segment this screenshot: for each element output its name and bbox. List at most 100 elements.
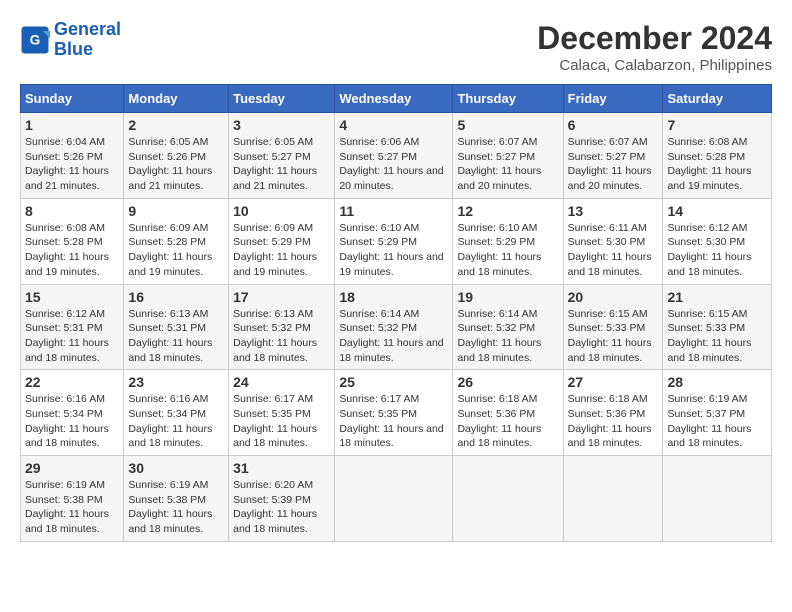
day-cell: 8 Sunrise: 6:08 AMSunset: 5:28 PMDayligh… [21, 198, 124, 284]
day-number: 10 [233, 203, 330, 219]
day-number: 6 [568, 117, 659, 133]
day-cell: 12 Sunrise: 6:10 AMSunset: 5:29 PMDaylig… [453, 198, 563, 284]
day-cell [663, 456, 772, 542]
day-cell: 18 Sunrise: 6:14 AMSunset: 5:32 PMDaylig… [335, 284, 453, 370]
logo-icon: G [20, 25, 50, 55]
day-detail: Sunrise: 6:07 AMSunset: 5:27 PMDaylight:… [568, 136, 652, 192]
day-detail: Sunrise: 6:08 AMSunset: 5:28 PMDaylight:… [25, 222, 109, 278]
logo: G General Blue [20, 20, 121, 60]
day-cell: 25 Sunrise: 6:17 AMSunset: 5:35 PMDaylig… [335, 370, 453, 456]
day-cell: 27 Sunrise: 6:18 AMSunset: 5:36 PMDaylig… [563, 370, 663, 456]
day-detail: Sunrise: 6:11 AMSunset: 5:30 PMDaylight:… [568, 222, 652, 278]
day-number: 28 [667, 374, 767, 390]
day-number: 15 [25, 289, 119, 305]
col-header-saturday: Saturday [663, 85, 772, 113]
day-number: 14 [667, 203, 767, 219]
day-detail: Sunrise: 6:12 AMSunset: 5:30 PMDaylight:… [667, 222, 751, 278]
page-container: G General Blue December 2024 Calaca, Cal… [20, 20, 772, 542]
day-cell: 13 Sunrise: 6:11 AMSunset: 5:30 PMDaylig… [563, 198, 663, 284]
day-cell: 17 Sunrise: 6:13 AMSunset: 5:32 PMDaylig… [229, 284, 335, 370]
day-number: 27 [568, 374, 659, 390]
day-number: 21 [667, 289, 767, 305]
day-detail: Sunrise: 6:04 AMSunset: 5:26 PMDaylight:… [25, 136, 109, 192]
col-header-thursday: Thursday [453, 85, 563, 113]
day-cell: 3 Sunrise: 6:05 AMSunset: 5:27 PMDayligh… [229, 113, 335, 199]
day-cell: 15 Sunrise: 6:12 AMSunset: 5:31 PMDaylig… [21, 284, 124, 370]
day-number: 16 [128, 289, 224, 305]
day-number: 7 [667, 117, 767, 133]
logo-line2: Blue [54, 40, 121, 60]
day-detail: Sunrise: 6:12 AMSunset: 5:31 PMDaylight:… [25, 308, 109, 364]
day-detail: Sunrise: 6:10 AMSunset: 5:29 PMDaylight:… [339, 222, 443, 278]
day-number: 24 [233, 374, 330, 390]
day-detail: Sunrise: 6:17 AMSunset: 5:35 PMDaylight:… [339, 393, 443, 449]
day-number: 8 [25, 203, 119, 219]
day-detail: Sunrise: 6:07 AMSunset: 5:27 PMDaylight:… [457, 136, 541, 192]
day-number: 29 [25, 460, 119, 476]
day-cell: 29 Sunrise: 6:19 AMSunset: 5:38 PMDaylig… [21, 456, 124, 542]
day-number: 3 [233, 117, 330, 133]
day-cell: 30 Sunrise: 6:19 AMSunset: 5:38 PMDaylig… [124, 456, 229, 542]
day-detail: Sunrise: 6:19 AMSunset: 5:38 PMDaylight:… [128, 479, 212, 535]
day-detail: Sunrise: 6:08 AMSunset: 5:28 PMDaylight:… [667, 136, 751, 192]
day-detail: Sunrise: 6:15 AMSunset: 5:33 PMDaylight:… [568, 308, 652, 364]
day-detail: Sunrise: 6:09 AMSunset: 5:29 PMDaylight:… [233, 222, 317, 278]
logo-text: General Blue [54, 20, 121, 60]
day-number: 17 [233, 289, 330, 305]
day-number: 26 [457, 374, 558, 390]
day-detail: Sunrise: 6:09 AMSunset: 5:28 PMDaylight:… [128, 222, 212, 278]
day-detail: Sunrise: 6:10 AMSunset: 5:29 PMDaylight:… [457, 222, 541, 278]
day-cell: 24 Sunrise: 6:17 AMSunset: 5:35 PMDaylig… [229, 370, 335, 456]
day-cell: 20 Sunrise: 6:15 AMSunset: 5:33 PMDaylig… [563, 284, 663, 370]
day-detail: Sunrise: 6:16 AMSunset: 5:34 PMDaylight:… [128, 393, 212, 449]
day-cell: 23 Sunrise: 6:16 AMSunset: 5:34 PMDaylig… [124, 370, 229, 456]
week-row-2: 8 Sunrise: 6:08 AMSunset: 5:28 PMDayligh… [21, 198, 772, 284]
day-detail: Sunrise: 6:20 AMSunset: 5:39 PMDaylight:… [233, 479, 317, 535]
day-number: 4 [339, 117, 448, 133]
day-cell: 28 Sunrise: 6:19 AMSunset: 5:37 PMDaylig… [663, 370, 772, 456]
day-cell: 31 Sunrise: 6:20 AMSunset: 5:39 PMDaylig… [229, 456, 335, 542]
week-row-1: 1 Sunrise: 6:04 AMSunset: 5:26 PMDayligh… [21, 113, 772, 199]
col-header-friday: Friday [563, 85, 663, 113]
col-header-wednesday: Wednesday [335, 85, 453, 113]
day-number: 23 [128, 374, 224, 390]
main-title: December 2024 [537, 20, 772, 57]
day-cell: 9 Sunrise: 6:09 AMSunset: 5:28 PMDayligh… [124, 198, 229, 284]
day-detail: Sunrise: 6:19 AMSunset: 5:38 PMDaylight:… [25, 479, 109, 535]
title-block: December 2024 Calaca, Calabarzon, Philip… [537, 20, 772, 74]
day-detail: Sunrise: 6:19 AMSunset: 5:37 PMDaylight:… [667, 393, 751, 449]
col-header-tuesday: Tuesday [229, 85, 335, 113]
day-number: 31 [233, 460, 330, 476]
day-number: 30 [128, 460, 224, 476]
day-number: 22 [25, 374, 119, 390]
day-cell: 19 Sunrise: 6:14 AMSunset: 5:32 PMDaylig… [453, 284, 563, 370]
logo-line1: General [54, 20, 121, 40]
day-cell: 11 Sunrise: 6:10 AMSunset: 5:29 PMDaylig… [335, 198, 453, 284]
day-cell [453, 456, 563, 542]
week-row-5: 29 Sunrise: 6:19 AMSunset: 5:38 PMDaylig… [21, 456, 772, 542]
day-number: 5 [457, 117, 558, 133]
week-row-4: 22 Sunrise: 6:16 AMSunset: 5:34 PMDaylig… [21, 370, 772, 456]
day-number: 25 [339, 374, 448, 390]
day-cell: 6 Sunrise: 6:07 AMSunset: 5:27 PMDayligh… [563, 113, 663, 199]
week-row-3: 15 Sunrise: 6:12 AMSunset: 5:31 PMDaylig… [21, 284, 772, 370]
day-number: 18 [339, 289, 448, 305]
day-cell: 5 Sunrise: 6:07 AMSunset: 5:27 PMDayligh… [453, 113, 563, 199]
day-number: 12 [457, 203, 558, 219]
day-detail: Sunrise: 6:05 AMSunset: 5:27 PMDaylight:… [233, 136, 317, 192]
calendar-table: SundayMondayTuesdayWednesdayThursdayFrid… [20, 84, 772, 542]
day-number: 9 [128, 203, 224, 219]
day-number: 13 [568, 203, 659, 219]
col-header-sunday: Sunday [21, 85, 124, 113]
day-detail: Sunrise: 6:14 AMSunset: 5:32 PMDaylight:… [457, 308, 541, 364]
day-cell: 14 Sunrise: 6:12 AMSunset: 5:30 PMDaylig… [663, 198, 772, 284]
header-row: SundayMondayTuesdayWednesdayThursdayFrid… [21, 85, 772, 113]
day-cell: 26 Sunrise: 6:18 AMSunset: 5:36 PMDaylig… [453, 370, 563, 456]
day-cell: 22 Sunrise: 6:16 AMSunset: 5:34 PMDaylig… [21, 370, 124, 456]
day-detail: Sunrise: 6:18 AMSunset: 5:36 PMDaylight:… [457, 393, 541, 449]
day-cell: 2 Sunrise: 6:05 AMSunset: 5:26 PMDayligh… [124, 113, 229, 199]
day-detail: Sunrise: 6:16 AMSunset: 5:34 PMDaylight:… [25, 393, 109, 449]
day-number: 1 [25, 117, 119, 133]
day-cell [563, 456, 663, 542]
day-detail: Sunrise: 6:18 AMSunset: 5:36 PMDaylight:… [568, 393, 652, 449]
